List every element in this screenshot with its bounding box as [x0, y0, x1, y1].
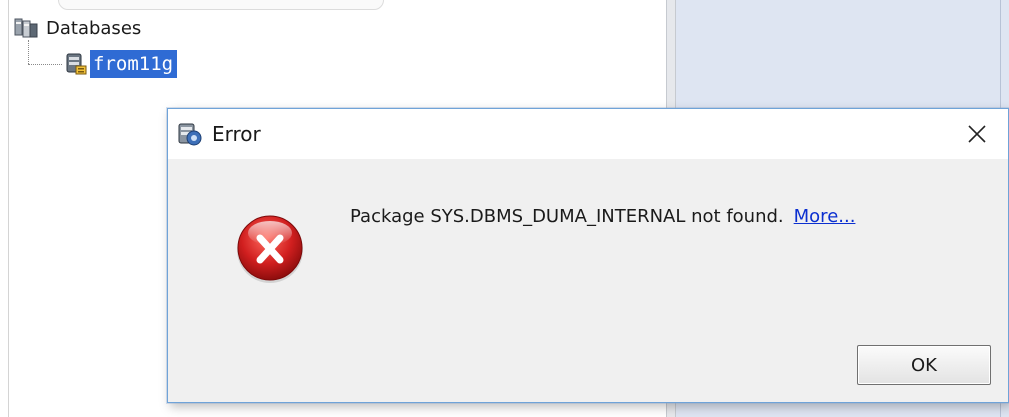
dialog-titlebar[interactable]: Error: [168, 109, 1008, 159]
tree-node-label-selected: from11g: [90, 50, 178, 78]
search-field-edge[interactable]: [58, 0, 384, 10]
more-link[interactable]: More...: [794, 206, 856, 227]
databases-icon: [14, 18, 38, 38]
tree-node-databases[interactable]: Databases: [14, 17, 141, 39]
tree-connector: [28, 64, 62, 65]
dialog-title: Error: [212, 122, 261, 146]
error-dialog: Error Package SYS.DBMS_DUMA_INTERNAL not…: [167, 108, 1009, 403]
error-icon: [237, 215, 303, 283]
app-dialog-icon: [178, 123, 202, 146]
error-message-text: Package SYS.DBMS_DUMA_INTERNAL not found…: [350, 206, 784, 227]
close-icon: [968, 125, 986, 143]
panel-border: [8, 0, 9, 417]
ok-button[interactable]: OK: [857, 345, 991, 385]
database-connection-icon: [66, 53, 87, 75]
tree-connector: [28, 40, 29, 64]
error-message: Package SYS.DBMS_DUMA_INTERNAL not found…: [350, 205, 855, 229]
tree-node-label: Databases: [46, 17, 142, 39]
close-button[interactable]: [954, 114, 1000, 154]
tree-node-connection[interactable]: from11g: [64, 50, 178, 78]
